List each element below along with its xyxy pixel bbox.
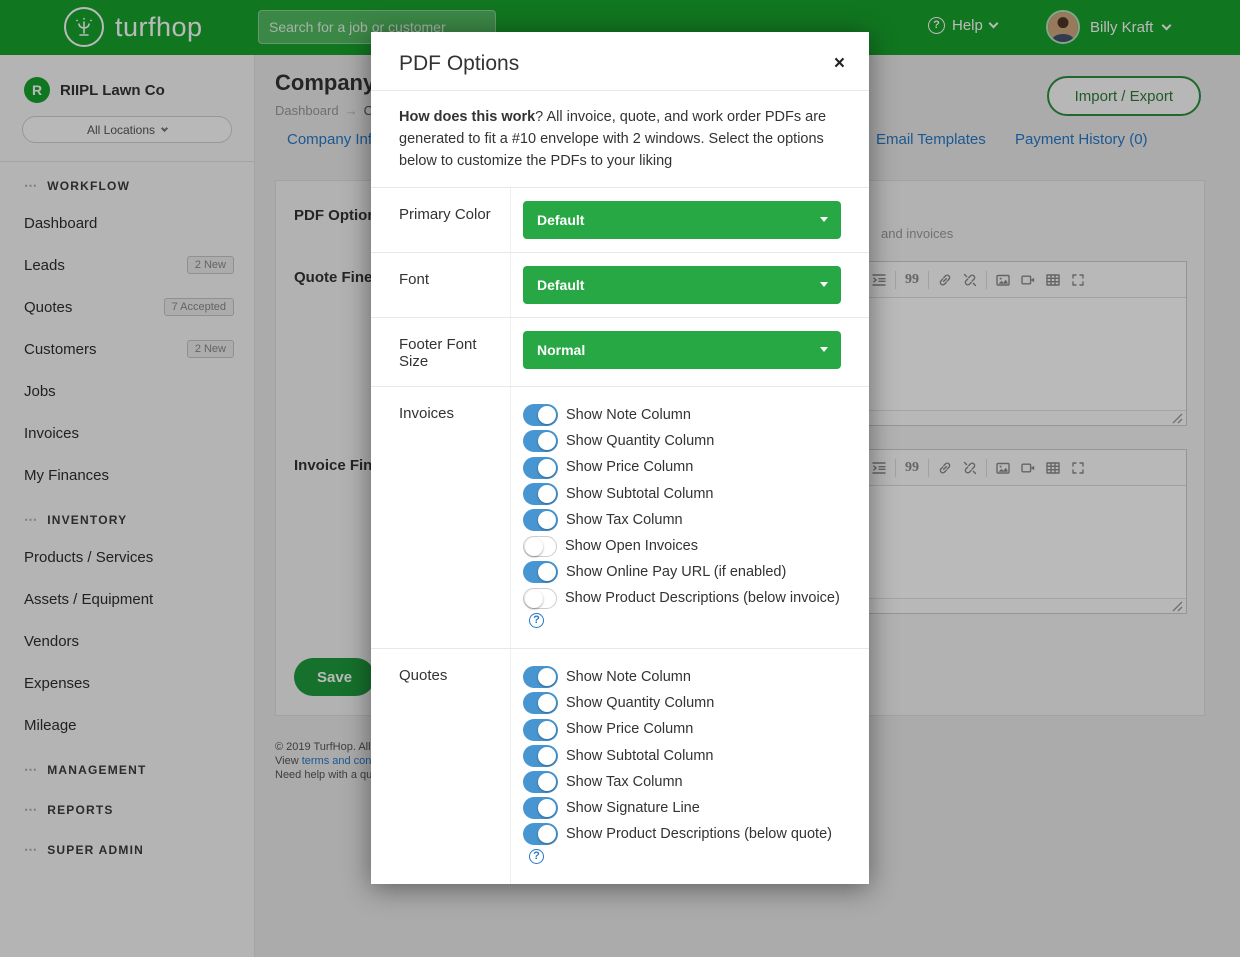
chevron-down-icon (820, 282, 828, 287)
toggle-show-online-pay-url-if-enabled[interactable] (523, 561, 558, 583)
toggle-row: Show Note Column (523, 666, 841, 688)
toggle-show-note-column[interactable] (523, 404, 558, 426)
toggle-show-price-column[interactable] (523, 719, 558, 741)
toggle-show-tax-column[interactable] (523, 509, 558, 531)
toggle-row: Show Product Descriptions (below invoice… (523, 587, 841, 631)
toggle-knob (538, 825, 556, 843)
toggle-row: Show Product Descriptions (below quote)? (523, 823, 841, 867)
toggle-row: Show Tax Column (523, 509, 841, 531)
toggle-knob (538, 668, 556, 686)
close-icon[interactable]: × (834, 56, 845, 72)
toggle-knob (538, 799, 556, 817)
help-icon[interactable]: ? (529, 613, 544, 628)
modal-row-primary-color: Primary Color Default (371, 187, 869, 252)
modal-row-footer-font-size: Footer Font Size Normal (371, 317, 869, 386)
toggle-row: Show Open Invoices (523, 535, 841, 557)
toggle-row: Show Signature Line (523, 797, 841, 819)
toggle-knob (538, 511, 556, 529)
toggle-knob (538, 459, 556, 477)
toggle-show-quantity-column[interactable] (523, 430, 558, 452)
chevron-down-icon (820, 217, 828, 222)
toggle-row: Show Tax Column (523, 771, 841, 793)
toggle-knob (538, 694, 556, 712)
modal-title: PDF Options (399, 52, 519, 75)
toggle-knob (538, 432, 556, 450)
toggle-row: Show Subtotal Column (523, 745, 841, 767)
toggle-show-quantity-column[interactable] (523, 692, 558, 714)
select-primary-color[interactable]: Default (523, 201, 841, 239)
toggle-row: Show Online Pay URL (if enabled) (523, 561, 841, 583)
toggle-show-subtotal-column[interactable] (523, 483, 558, 505)
toggle-row: Show Price Column (523, 456, 841, 478)
row-label: Quotes (371, 649, 511, 884)
modal-row-invoices: Invoices Show Note Column Show Quantity Co… (371, 386, 869, 648)
toggle-row: Show Price Column (523, 718, 841, 740)
toggle-knob (538, 747, 556, 765)
modal-row-font: Font Default (371, 252, 869, 317)
chevron-down-icon (820, 347, 828, 352)
toggle-show-note-column[interactable] (523, 666, 558, 688)
row-label: Invoices (371, 387, 511, 648)
toggle-show-subtotal-column[interactable] (523, 745, 558, 767)
toggle-knob (538, 406, 556, 424)
toggle-knob (525, 590, 543, 608)
toggle-knob (538, 773, 556, 791)
toggle-row: Show Note Column (523, 404, 841, 426)
toggle-show-tax-column[interactable] (523, 771, 558, 793)
select-font[interactable]: Default (523, 266, 841, 304)
toggle-knob (538, 485, 556, 503)
modal-rows: Primary Color Default Font Default Footer Fo… (371, 187, 869, 884)
help-icon[interactable]: ? (529, 849, 544, 864)
toggle-show-price-column[interactable] (523, 457, 558, 479)
pdf-options-modal: PDF Options × How does this work? All in… (371, 32, 869, 884)
row-label: Primary Color (371, 188, 511, 252)
toggle-show-signature-line[interactable] (523, 797, 558, 819)
row-label: Font (371, 253, 511, 317)
intro-bold-text: How does this work (399, 109, 535, 125)
toggle-knob (538, 721, 556, 739)
toggle-row: Show Subtotal Column (523, 483, 841, 505)
select-footer-font-size[interactable]: Normal (523, 331, 841, 369)
toggle-show-product-descriptions-below-invoice[interactable] (523, 588, 557, 609)
modal-row-quotes: Quotes Show Note Column Show Quantity Colu… (371, 648, 869, 884)
toggle-show-open-invoices[interactable] (523, 536, 557, 557)
toggle-knob (538, 563, 556, 581)
toggle-row: Show Quantity Column (523, 692, 841, 714)
modal-header: PDF Options × (371, 32, 869, 90)
toggle-knob (525, 538, 543, 556)
toggle-show-product-descriptions-below-quote[interactable] (523, 823, 558, 845)
toggle-row: Show Quantity Column (523, 430, 841, 452)
modal-intro: How does this work? All invoice, quote, … (371, 90, 869, 187)
row-label: Footer Font Size (371, 318, 511, 386)
